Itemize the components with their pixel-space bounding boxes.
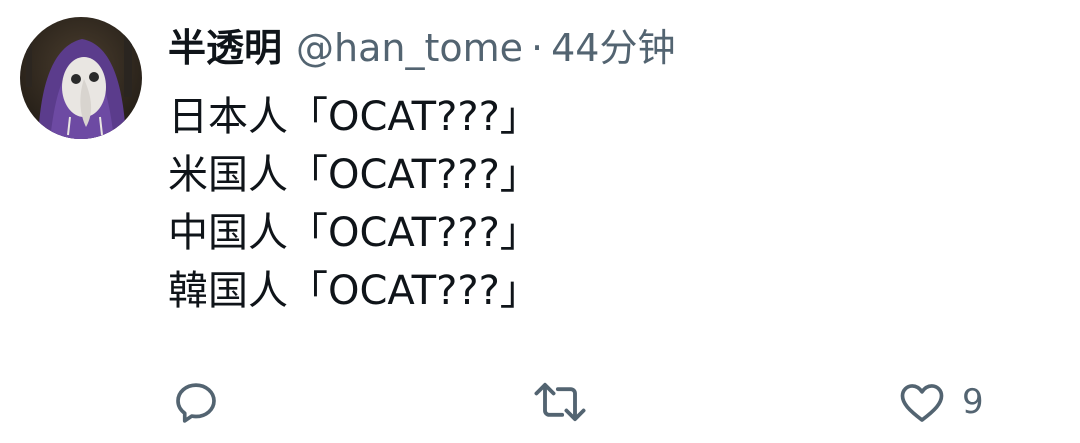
- tweet-header: 半透明 @han_tome · 44分钟: [168, 20, 675, 76]
- user-handle[interactable]: @han_tome: [296, 20, 523, 76]
- retweet-icon: [534, 382, 586, 422]
- tweet-actions: 9: [0, 372, 1080, 432]
- tweet-text-line: 日本人「OCAT???」: [168, 94, 540, 140]
- tweet-text-line: 中国人「OCAT???」: [168, 210, 540, 256]
- like-count: 9: [962, 382, 984, 422]
- heart-icon: [900, 384, 944, 422]
- tweet-text-line: 韓国人「OCAT???」: [168, 268, 540, 314]
- timestamp[interactable]: 44分钟: [551, 20, 675, 76]
- separator-dot: ·: [531, 26, 544, 70]
- like-button[interactable]: 9: [896, 372, 984, 432]
- avatar-image: [20, 17, 142, 139]
- tweet[interactable]: 半透明 @han_tome · 44分钟 日本人「OCAT???」 米国人「OC…: [0, 0, 1080, 443]
- tweet-text: 日本人「OCAT???」 米国人「OCAT???」 中国人「OCAT???」 韓…: [168, 88, 540, 320]
- retweet-button[interactable]: [530, 372, 590, 432]
- avatar[interactable]: [20, 17, 142, 139]
- reply-icon: [176, 383, 216, 423]
- tweet-text-line: 米国人「OCAT???」: [168, 152, 540, 198]
- reply-button[interactable]: [170, 372, 222, 432]
- display-name[interactable]: 半透明: [168, 20, 282, 76]
